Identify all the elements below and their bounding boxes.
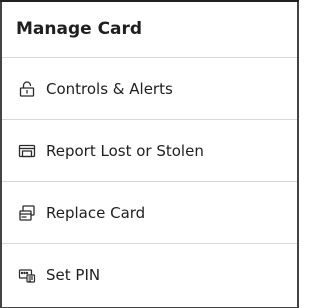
menu-item-controls-alerts[interactable]: Controls & Alerts (2, 58, 297, 120)
menu-item-label: Report Lost or Stolen (46, 141, 204, 160)
menu-item-label: Replace Card (46, 203, 146, 222)
pin-keypad-icon (18, 266, 36, 284)
menu-item-replace-card[interactable]: Replace Card (2, 182, 297, 244)
card-report-icon (18, 142, 36, 160)
menu-item-label: Set PIN (46, 266, 101, 284)
replace-card-icon (18, 204, 36, 222)
manage-card-menu: Controls & Alerts Report Lost or Stolen (2, 58, 297, 306)
manage-card-panel: Manage Card Controls & Alerts Report Los… (0, 0, 299, 308)
panel-title: Manage Card (2, 0, 297, 58)
lock-icon (18, 80, 36, 98)
menu-item-label: Controls & Alerts (46, 79, 173, 98)
menu-item-report-lost-stolen[interactable]: Report Lost or Stolen (2, 120, 297, 182)
menu-item-set-pin[interactable]: Set PIN (2, 244, 297, 306)
